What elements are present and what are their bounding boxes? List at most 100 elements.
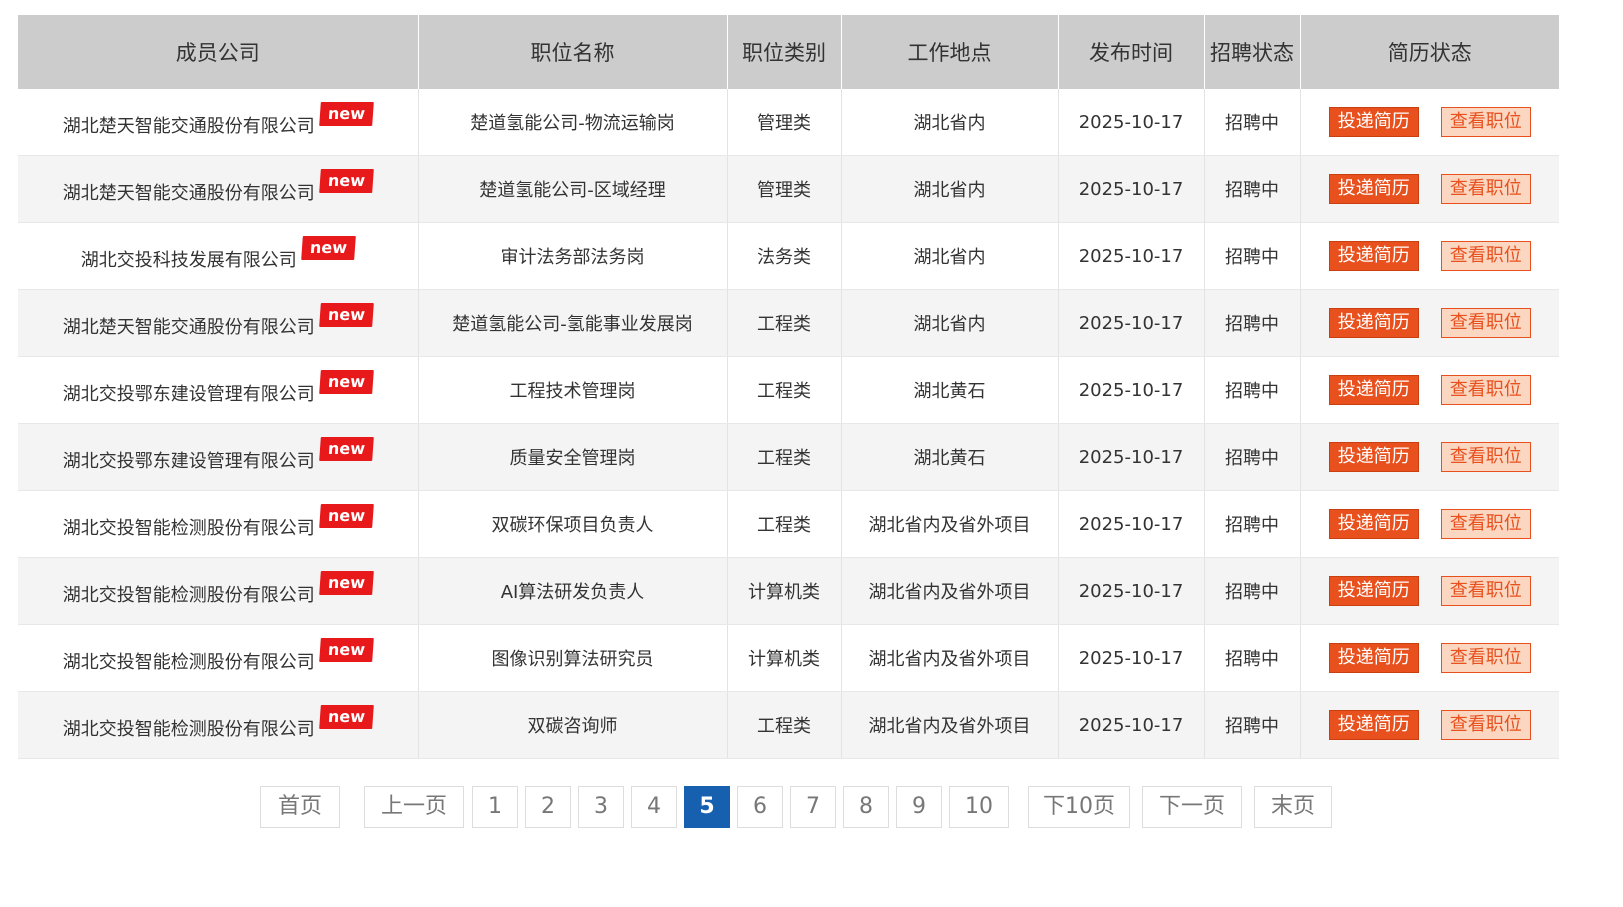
position-name: AI算法研发负责人 — [418, 557, 728, 625]
view-position-button[interactable]: 查看职位 — [1440, 174, 1531, 204]
recruit-status: 招聘中 — [1204, 89, 1301, 156]
new-badge: new — [318, 437, 374, 461]
position-name: 图像识别算法研究员 — [418, 624, 728, 692]
table-header: 成员公司 职位名称 职位类别 工作地点 发布时间 招聘状态 简历状态 — [18, 15, 1559, 89]
position-category: 工程类 — [727, 423, 842, 491]
view-position-button[interactable]: 查看职位 — [1440, 509, 1531, 539]
header-position: 职位名称 — [418, 15, 728, 89]
recruit-status: 招聘中 — [1204, 289, 1301, 357]
company-name: 湖北楚天智能交通股份有限公司 new — [63, 303, 374, 339]
new-badge: new — [318, 638, 374, 662]
position-category: 工程类 — [727, 289, 842, 357]
recruit-status: 招聘中 — [1204, 691, 1301, 759]
work-location: 湖北黄石 — [841, 356, 1059, 424]
recruit-status: 招聘中 — [1204, 356, 1301, 424]
prev-page-button[interactable]: 上一页 — [364, 786, 464, 828]
submit-resume-button[interactable]: 投递简历 — [1328, 442, 1419, 472]
view-position-button[interactable]: 查看职位 — [1440, 107, 1531, 137]
recruit-status: 招聘中 — [1204, 624, 1301, 692]
job-listing-table-container: 成员公司 职位名称 职位类别 工作地点 发布时间 招聘状态 简历状态 湖北楚天智… — [18, 15, 1559, 759]
last-page-button[interactable]: 末页 — [1254, 786, 1332, 828]
work-location: 湖北省内及省外项目 — [841, 624, 1059, 692]
page-number-button[interactable]: 2 — [525, 786, 571, 828]
company-cell: 湖北交投鄂东建设管理有限公司 new — [18, 423, 419, 491]
resume-actions: 投递简历 查看职位 — [1300, 557, 1559, 625]
position-name: 审计法务部法务岗 — [418, 222, 728, 290]
new-badge: new — [318, 370, 374, 394]
position-category: 工程类 — [727, 490, 842, 558]
company-name: 湖北交投鄂东建设管理有限公司 new — [63, 370, 374, 406]
table-row: 湖北楚天智能交通股份有限公司 new 楚道氢能公司-氢能事业发展岗 工程类 湖北省内 20… — [18, 289, 1559, 357]
page-number-button[interactable]: 7 — [790, 786, 836, 828]
page-number-button[interactable]: 8 — [843, 786, 889, 828]
resume-actions: 投递简历 查看职位 — [1300, 490, 1559, 558]
company-cell: 湖北交投科技发展有限公司 new — [18, 222, 419, 290]
company-cell: 湖北交投智能检测股份有限公司 new — [18, 490, 419, 558]
submit-resume-button[interactable]: 投递简历 — [1328, 576, 1419, 606]
recruit-status: 招聘中 — [1204, 490, 1301, 558]
company-cell: 湖北交投智能检测股份有限公司 new — [18, 624, 419, 692]
page-number-button[interactable]: 9 — [896, 786, 942, 828]
header-company: 成员公司 — [18, 15, 419, 89]
position-name: 楚道氢能公司-区域经理 — [418, 155, 728, 223]
page-number-button[interactable]: 1 — [472, 786, 518, 828]
work-location: 湖北省内 — [841, 289, 1059, 357]
view-position-button[interactable]: 查看职位 — [1440, 241, 1531, 271]
view-position-button[interactable]: 查看职位 — [1440, 710, 1531, 740]
submit-resume-button[interactable]: 投递简历 — [1328, 509, 1419, 539]
new-badge: new — [300, 236, 356, 260]
new-badge: new — [318, 303, 374, 327]
header-location: 工作地点 — [841, 15, 1059, 89]
submit-resume-button[interactable]: 投递简历 — [1328, 174, 1419, 204]
publish-date: 2025-10-17 — [1058, 557, 1205, 625]
page-number-button[interactable]: 6 — [737, 786, 783, 828]
submit-resume-button[interactable]: 投递简历 — [1328, 710, 1419, 740]
page-number-button[interactable]: 4 — [631, 786, 677, 828]
next-page-button[interactable]: 下一页 — [1142, 786, 1242, 828]
company-cell: 湖北交投智能检测股份有限公司 new — [18, 691, 419, 759]
table-row: 湖北交投智能检测股份有限公司 new 双碳环保项目负责人 工程类 湖北省内及省外项目 20… — [18, 490, 1559, 558]
view-position-button[interactable]: 查看职位 — [1440, 308, 1531, 338]
resume-actions: 投递简历 查看职位 — [1300, 624, 1559, 692]
publish-date: 2025-10-17 — [1058, 356, 1205, 424]
job-listing-table: 成员公司 职位名称 职位类别 工作地点 发布时间 招聘状态 简历状态 湖北楚天智… — [18, 15, 1559, 759]
company-cell: 湖北楚天智能交通股份有限公司 new — [18, 155, 419, 223]
submit-resume-button[interactable]: 投递简历 — [1328, 375, 1419, 405]
position-category: 管理类 — [727, 155, 842, 223]
work-location: 湖北省内 — [841, 89, 1059, 156]
resume-actions: 投递简历 查看职位 — [1300, 691, 1559, 759]
new-badge: new — [318, 504, 374, 528]
page-number-button[interactable]: 10 — [949, 786, 1009, 828]
position-name: 双碳环保项目负责人 — [418, 490, 728, 558]
company-cell: 湖北楚天智能交通股份有限公司 new — [18, 289, 419, 357]
publish-date: 2025-10-17 — [1058, 89, 1205, 156]
submit-resume-button[interactable]: 投递简历 — [1328, 643, 1419, 673]
work-location: 湖北省内及省外项目 — [841, 557, 1059, 625]
submit-resume-button[interactable]: 投递简历 — [1328, 107, 1419, 137]
position-category: 管理类 — [727, 89, 842, 156]
page-number-button-current[interactable]: 5 — [684, 786, 730, 828]
view-position-button[interactable]: 查看职位 — [1440, 576, 1531, 606]
publish-date: 2025-10-17 — [1058, 289, 1205, 357]
publish-date: 2025-10-17 — [1058, 155, 1205, 223]
view-position-button[interactable]: 查看职位 — [1440, 375, 1531, 405]
work-location: 湖北省内及省外项目 — [841, 490, 1059, 558]
position-name: 工程技术管理岗 — [418, 356, 728, 424]
next-ten-pages-button[interactable]: 下10页 — [1028, 786, 1130, 828]
position-category: 工程类 — [727, 691, 842, 759]
work-location: 湖北省内及省外项目 — [841, 691, 1059, 759]
submit-resume-button[interactable]: 投递简历 — [1328, 308, 1419, 338]
company-name: 湖北交投科技发展有限公司 new — [81, 236, 356, 272]
page-number-button[interactable]: 3 — [578, 786, 624, 828]
view-position-button[interactable]: 查看职位 — [1440, 643, 1531, 673]
table-body: 湖北楚天智能交通股份有限公司 new 楚道氢能公司-物流运输岗 管理类 湖北省内 2025… — [18, 89, 1559, 759]
publish-date: 2025-10-17 — [1058, 490, 1205, 558]
view-position-button[interactable]: 查看职位 — [1440, 442, 1531, 472]
table-row: 湖北楚天智能交通股份有限公司 new 楚道氢能公司-物流运输岗 管理类 湖北省内 2025… — [18, 89, 1559, 156]
submit-resume-button[interactable]: 投递简历 — [1328, 241, 1419, 271]
company-name: 湖北交投智能检测股份有限公司 new — [63, 705, 374, 741]
company-cell: 湖北交投鄂东建设管理有限公司 new — [18, 356, 419, 424]
position-category: 工程类 — [727, 356, 842, 424]
first-page-button[interactable]: 首页 — [260, 786, 340, 828]
position-category: 计算机类 — [727, 624, 842, 692]
